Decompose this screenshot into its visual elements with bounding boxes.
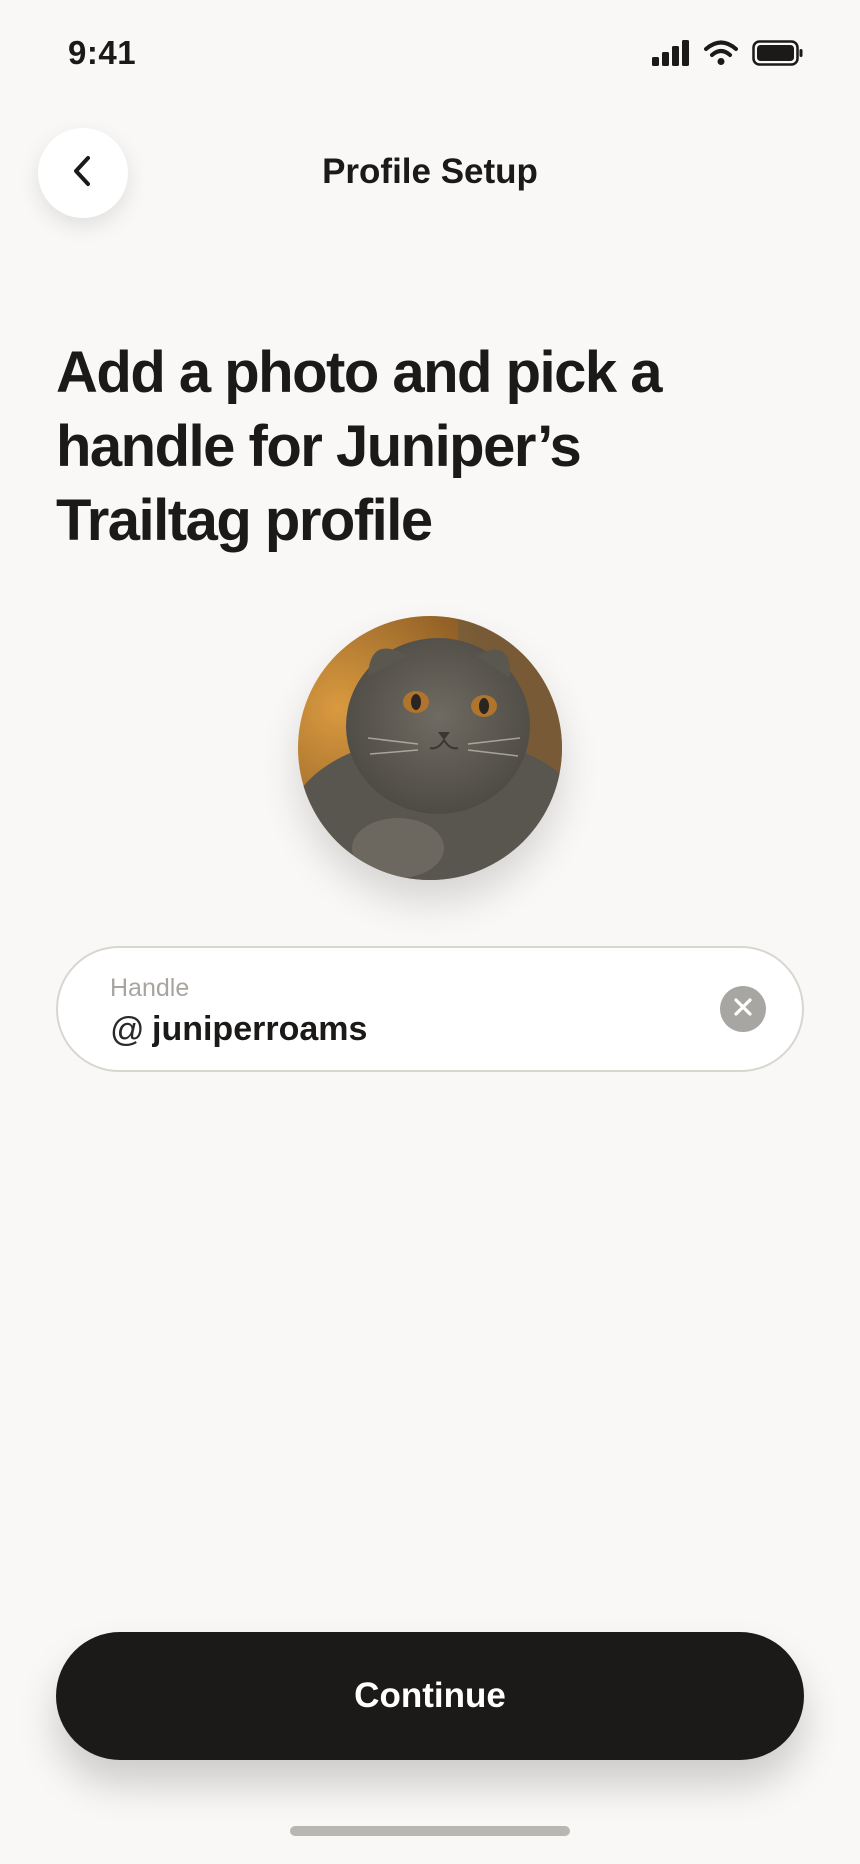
handle-field[interactable]: Handle @	[56, 946, 804, 1072]
profile-setup-screen: 9:41 Profile Setup Add a photo and pick …	[0, 0, 860, 1864]
continue-button[interactable]: Continue	[56, 1632, 804, 1760]
home-indicator[interactable]	[290, 1826, 570, 1836]
cellular-signal-icon	[652, 40, 690, 66]
status-time: 9:41	[68, 34, 137, 71]
clear-button[interactable]	[720, 986, 766, 1032]
status-bar: 9:41	[0, 0, 860, 110]
wifi-icon	[704, 40, 738, 66]
page-title: Profile Setup	[322, 152, 538, 191]
handle-label: Handle	[110, 974, 190, 1002]
cat-photo	[298, 616, 562, 880]
clear-x-icon	[733, 997, 753, 1022]
status-icons	[652, 40, 804, 66]
headline: Add a photo and pick a handle for Junipe…	[56, 340, 663, 553]
handle-input[interactable]	[152, 1006, 652, 1052]
battery-icon	[752, 40, 804, 66]
profile-photo[interactable]	[298, 616, 562, 880]
handle-prefix: @	[110, 1011, 145, 1049]
